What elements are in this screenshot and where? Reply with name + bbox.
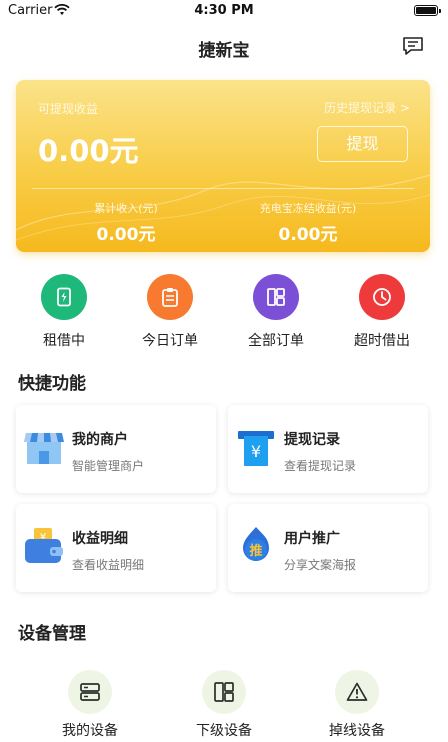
- device-label: 掉线设备: [329, 723, 385, 739]
- shortcut-overtime[interactable]: 超时借出: [337, 274, 427, 350]
- yen-receipt-icon: ¥: [238, 431, 274, 466]
- device-label: 我的设备: [62, 723, 118, 739]
- frozen-income-label: 充电宝冻结收益(元): [259, 202, 357, 215]
- cumulative-income-label: 累计收入(元): [94, 202, 158, 215]
- feature-subtitle: 智能管理商户: [72, 459, 145, 473]
- feature-title: 用户推广: [284, 531, 340, 547]
- feature-title: 我的商户: [72, 432, 128, 448]
- device-management-title: 设备管理: [18, 624, 86, 644]
- withdrawable-amount: 0.00元: [38, 134, 139, 168]
- grid-icon: [202, 670, 246, 714]
- device-icon: [41, 274, 87, 320]
- shortcut-today-orders[interactable]: 今日订单: [125, 274, 215, 350]
- shortcut-all-orders[interactable]: 全部订单: [231, 274, 321, 350]
- battery-icon: [414, 5, 441, 16]
- page-title: 捷新宝: [198, 41, 250, 61]
- withdrawable-label: 可提现收益: [38, 102, 99, 116]
- feature-title: 收益明细: [72, 531, 128, 547]
- message-icon[interactable]: [402, 36, 424, 56]
- promote-badge: 推: [249, 543, 262, 559]
- promote-icon: 推: [243, 527, 269, 561]
- shortcut-label: 全部订单: [248, 333, 304, 349]
- status-bar: Carrier 4:30 PM: [0, 0, 448, 24]
- warning-icon: [335, 670, 379, 714]
- frozen-income-value: 0.00元: [278, 225, 338, 245]
- nav-bar: 捷新宝: [0, 24, 448, 70]
- shortcut-label: 今日订单: [142, 333, 198, 349]
- store-icon: [24, 433, 64, 464]
- feature-subtitle: 分享文案海报: [284, 558, 357, 572]
- frozen-income: 充电宝冻结收益(元) 0.00元: [228, 200, 388, 245]
- feature-my-merchants[interactable]: 我的商户 智能管理商户: [16, 405, 216, 493]
- card-divider: [32, 188, 414, 189]
- device-my-devices[interactable]: 我的设备: [35, 670, 145, 740]
- grid-icon: [253, 274, 299, 320]
- feature-withdraw-records[interactable]: ¥ 提现记录 查看提现记录: [228, 405, 428, 493]
- feature-subtitle: 查看收益明细: [72, 558, 145, 572]
- feature-subtitle: 查看提现记录: [284, 459, 357, 473]
- clock-time: 4:30 PM: [194, 3, 254, 18]
- cumulative-income-value: 0.00元: [96, 225, 156, 245]
- feature-user-promotion[interactable]: 推 用户推广 分享文案海报: [228, 504, 428, 592]
- shortcut-renting[interactable]: 租借中: [19, 274, 109, 350]
- device-sub-devices[interactable]: 下级设备: [169, 670, 279, 740]
- cumulative-income: 累计收入(元) 0.00元: [46, 200, 206, 245]
- feature-income-details[interactable]: ¥ 收益明细 查看收益明细: [16, 504, 216, 592]
- history-withdraw-link[interactable]: 历史提现记录 >: [324, 99, 410, 116]
- shortcut-label: 租借中: [43, 333, 85, 349]
- clipboard-icon: [147, 274, 193, 320]
- shortcut-label: 超时借出: [354, 333, 410, 349]
- wallet-icon: ¥: [25, 528, 63, 563]
- quick-functions-title: 快捷功能: [18, 374, 86, 394]
- withdraw-button[interactable]: 提现: [317, 126, 408, 162]
- feature-title: 提现记录: [284, 432, 340, 448]
- balance-card: 可提现收益 历史提现记录 > 0.00元 提现 累计收入(元) 0.00元 充电…: [16, 80, 430, 252]
- server-icon: [68, 670, 112, 714]
- device-label: 下级设备: [196, 723, 252, 739]
- device-offline-devices[interactable]: 掉线设备: [302, 670, 412, 740]
- svg-text:¥: ¥: [251, 442, 261, 461]
- clock-icon: [359, 274, 405, 320]
